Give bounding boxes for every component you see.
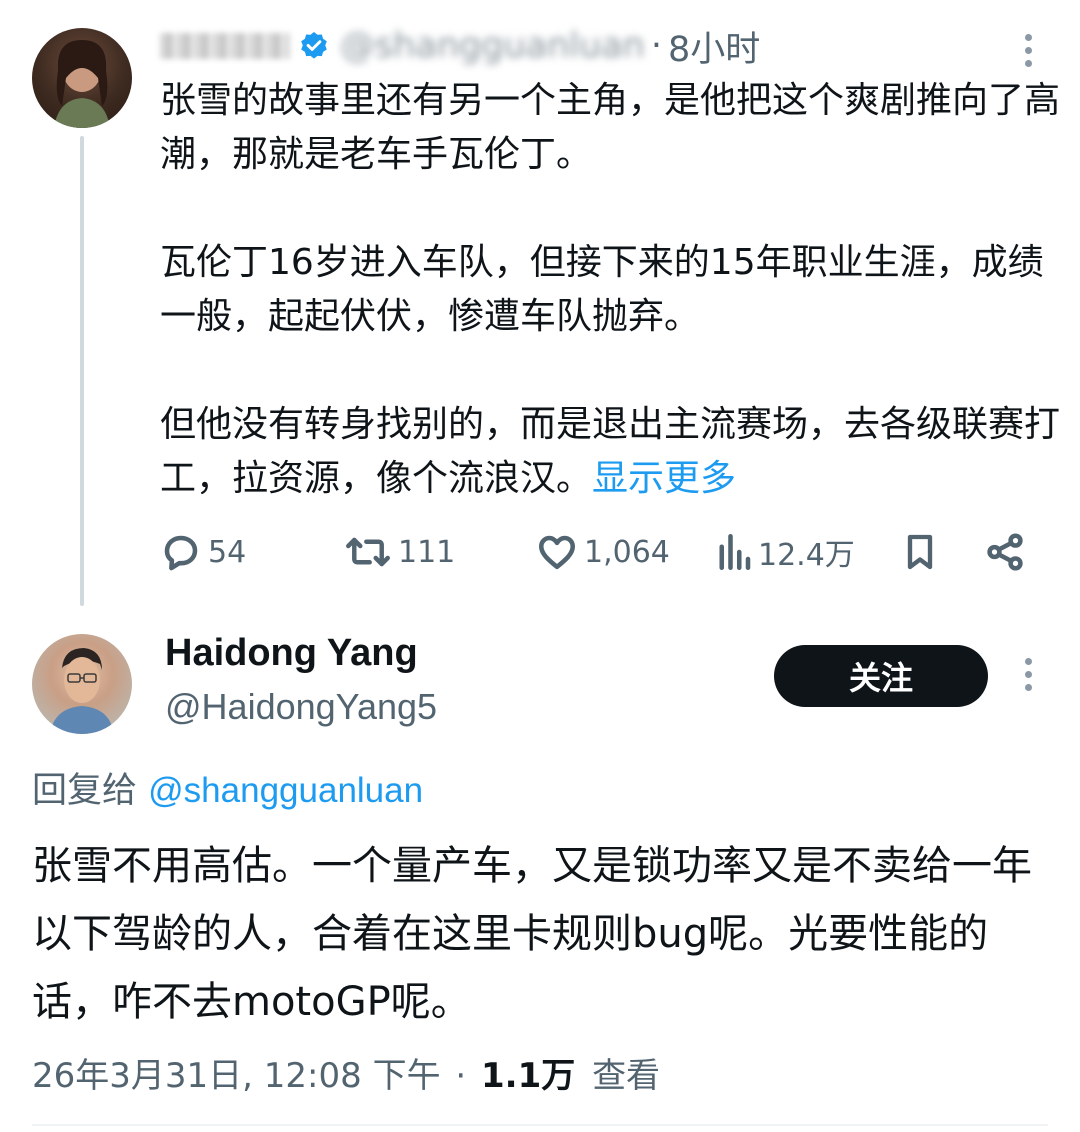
verified-badge-icon	[301, 32, 327, 59]
bookmark-action[interactable]	[900, 522, 940, 582]
parent-tweet-text: 张雪的故事里还有另一个主角，是他把这个爽剧推向了高潮，那就是老车手瓦伦丁。 瓦伦丁…	[160, 74, 1060, 506]
retweet-count: 111	[398, 534, 456, 570]
thread-connector-line	[80, 136, 84, 606]
like-icon	[538, 535, 576, 570]
like-count: 1,064	[584, 534, 670, 570]
follow-button[interactable]: 关注	[774, 645, 988, 707]
retweet-icon	[346, 537, 390, 567]
reply-to-prefix: 回复给	[32, 771, 138, 811]
tweet-paragraph: 但他没有转身找别的，而是退出主流赛场，去各级联赛打工，拉资源，像个流浪汉。显示更…	[160, 398, 1060, 506]
like-action[interactable]: 1,064	[536, 522, 670, 582]
tweet-paragraph: 张雪的故事里还有另一个主角，是他把这个爽剧推向了高潮，那就是老车手瓦伦丁。	[160, 80, 1061, 175]
retweet-action[interactable]: 111	[344, 522, 455, 582]
reply-tweet-text: 张雪不用高估。一个量产车，又是锁功率又是不卖给一年以下驾龄的人，合着在这里卡规则…	[32, 843, 1032, 1025]
show-more-link[interactable]: 显示更多	[592, 458, 736, 499]
parent-tweet-header: @shangguanluan · 8小时	[160, 20, 760, 72]
parent-author-handle[interactable]: @shangguanluan	[340, 26, 645, 66]
reply-to-mention-link[interactable]: @shangguanluan	[148, 771, 423, 810]
tweet-action-bar: 54 111 1,064 12.4万	[160, 522, 1040, 582]
reply-author-avatar[interactable]	[32, 634, 132, 734]
header-separator: ·	[650, 26, 662, 66]
share-icon	[987, 533, 1023, 571]
divider	[32, 1124, 1048, 1126]
views-count: 12.4万	[758, 538, 855, 573]
more-options-icon[interactable]	[1022, 658, 1034, 691]
reply-to-line: 回复给 @shangguanluan	[32, 762, 423, 813]
meta-separator: ·	[455, 1056, 467, 1096]
reply-view-label: 查看	[592, 1056, 661, 1096]
reply-action[interactable]: 54	[160, 522, 246, 582]
tweet-time[interactable]: 8小时	[668, 21, 760, 72]
share-action[interactable]	[984, 522, 1026, 582]
views-icon	[719, 533, 751, 571]
more-options-icon[interactable]	[1022, 34, 1034, 67]
reply-view-count: 1.1万	[481, 1056, 576, 1096]
parent-author-avatar[interactable]	[32, 28, 132, 128]
avatar-illustration	[54, 40, 110, 128]
reply-meta-row: 26年3月31日, 12:08 下午 · 1.1万 查看	[32, 1048, 660, 1097]
reply-timestamp[interactable]: 26年3月31日, 12:08 下午	[32, 1056, 441, 1096]
parent-author-name-blurred[interactable]	[160, 33, 290, 59]
avatar-photo	[50, 648, 114, 734]
views-action[interactable]: 12.4万	[716, 522, 855, 582]
bookmark-icon	[907, 534, 933, 570]
reply-author-name[interactable]: Haidong Yang	[165, 632, 418, 675]
reply-author-handle[interactable]: @HaidongYang5	[165, 686, 437, 728]
reply-count: 54	[208, 534, 247, 570]
tweet-paragraph: 瓦伦丁16岁进入车队，但接下来的15年职业生涯，成绩一般，起起伏伏，惨遭车队抛弃…	[160, 242, 1044, 337]
reply-icon	[164, 535, 198, 571]
